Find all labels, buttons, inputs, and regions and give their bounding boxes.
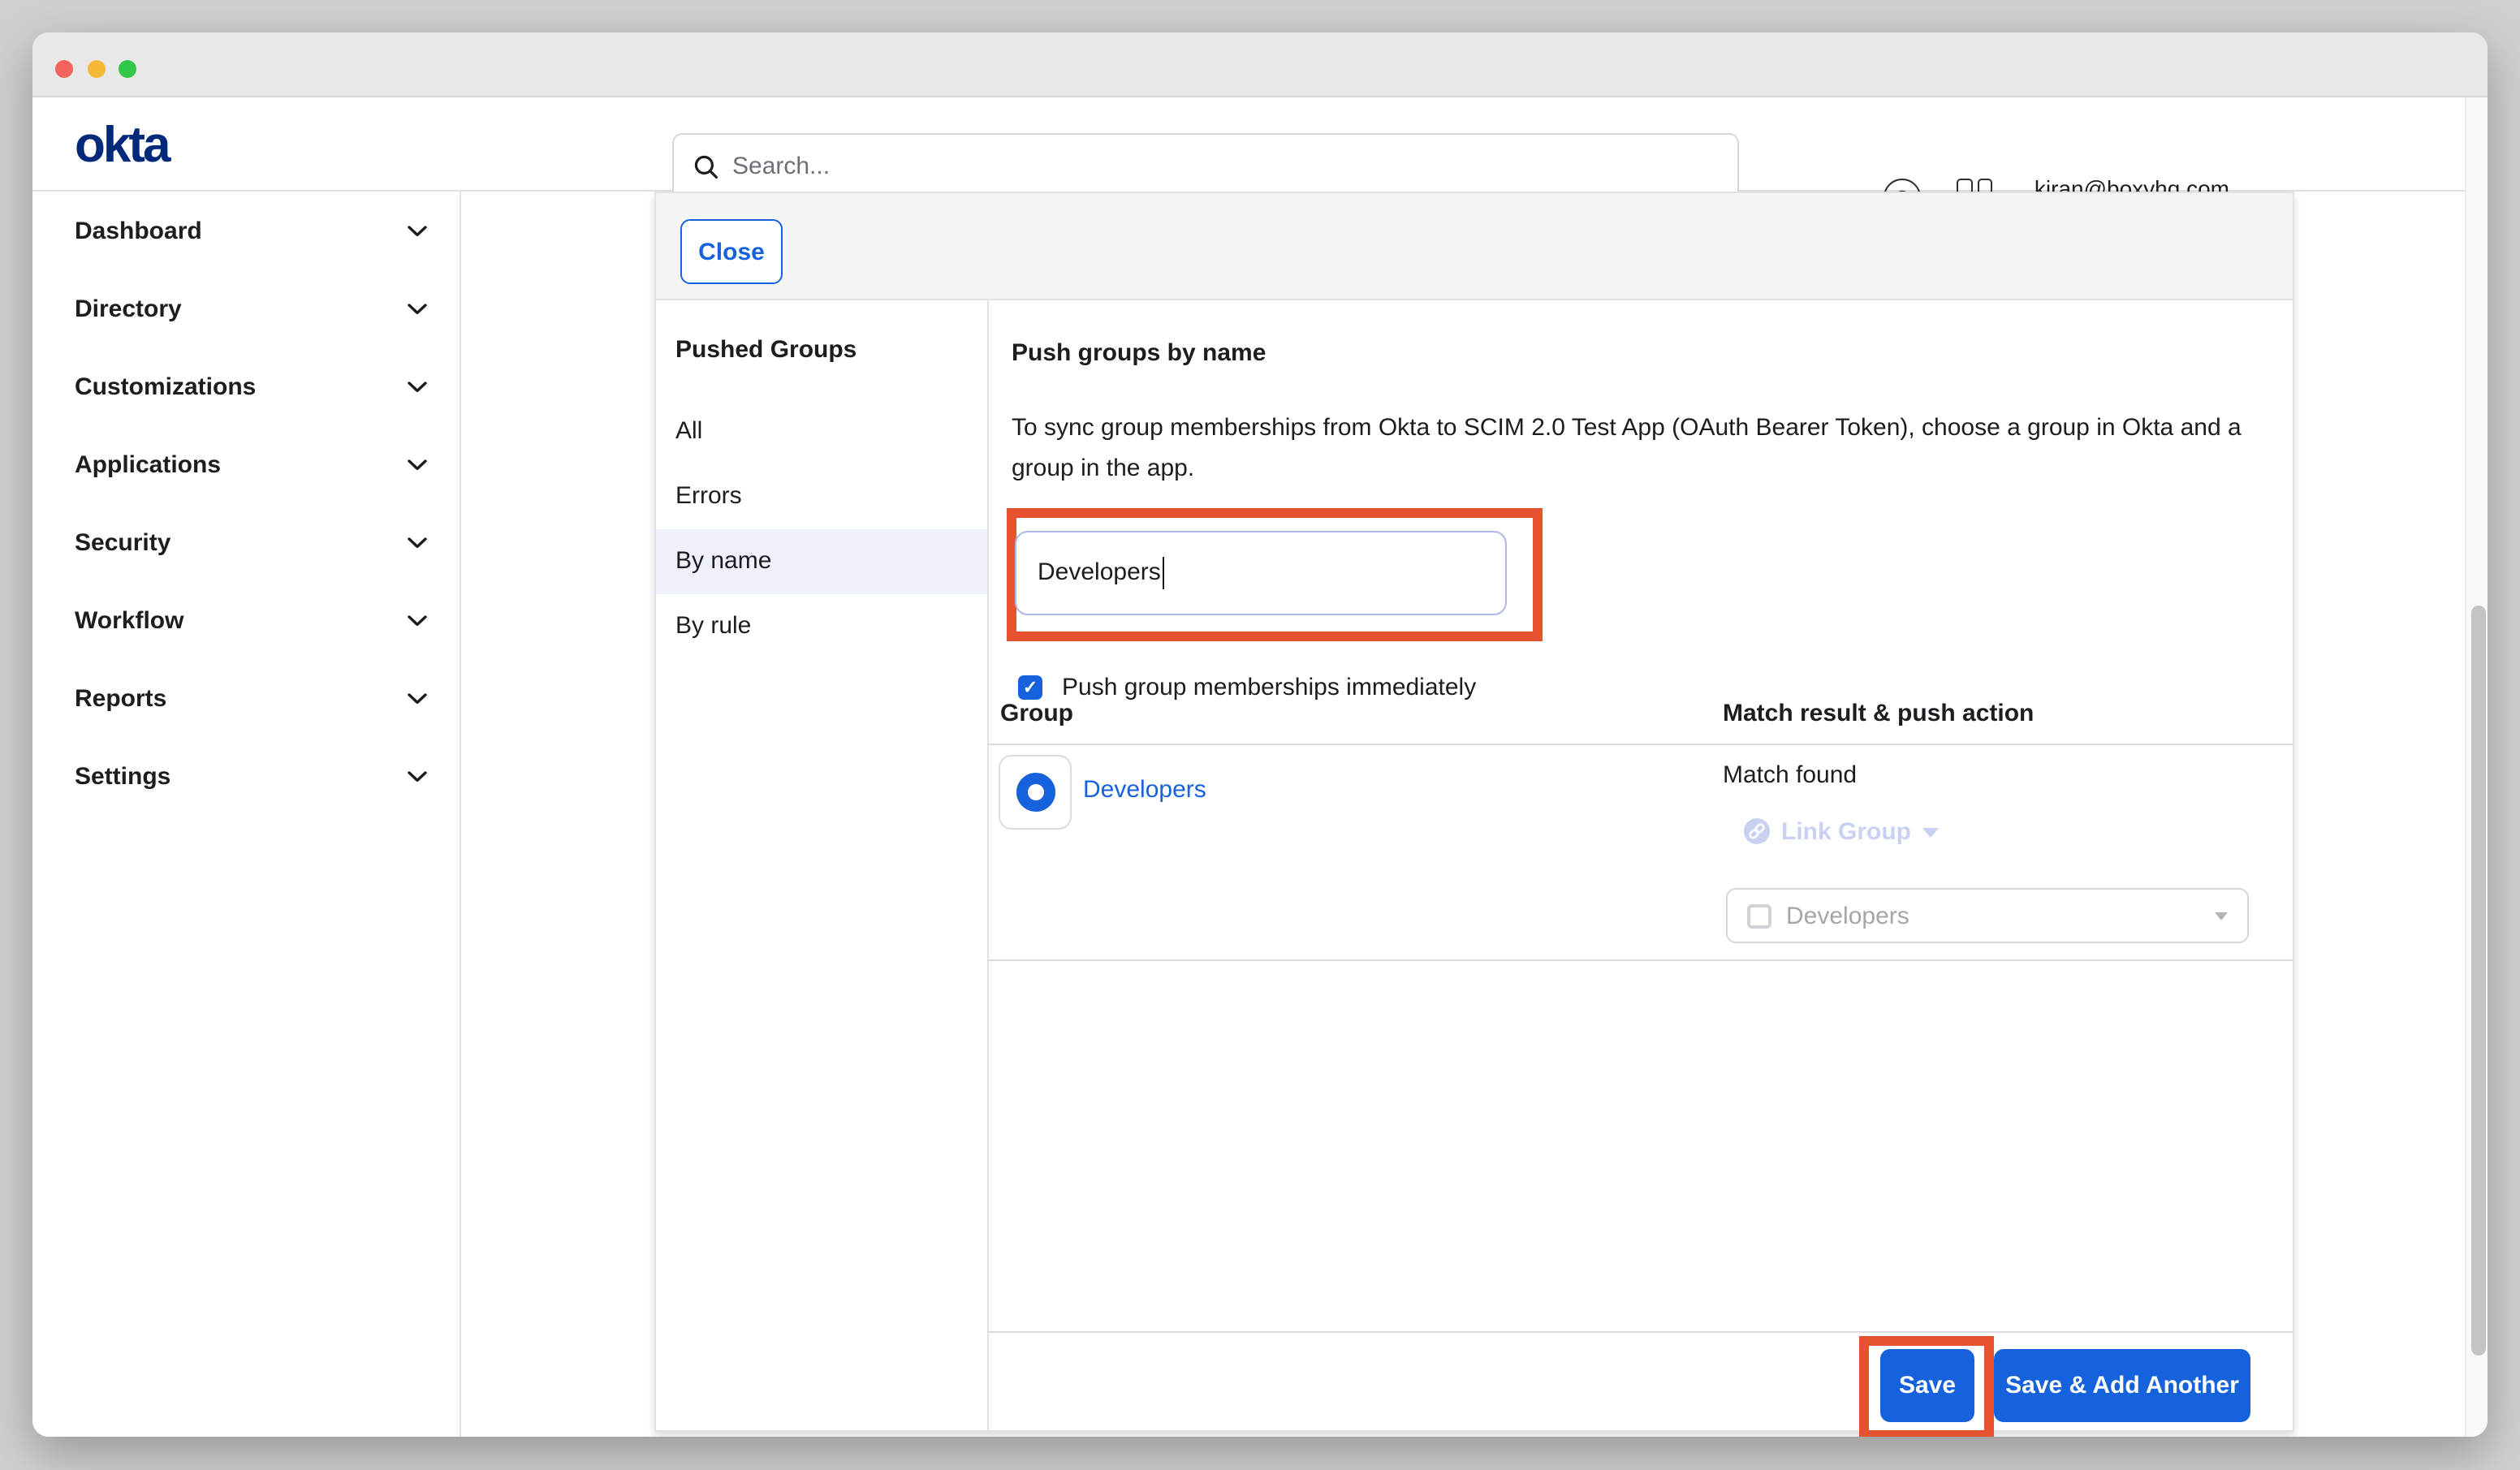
chevron-down-icon (408, 459, 427, 470)
push-immediately-checkbox[interactable]: ✓ (1018, 675, 1042, 699)
search-icon (693, 153, 719, 179)
zoom-window-button[interactable] (119, 60, 136, 78)
link-group-caret-icon (1922, 828, 1939, 838)
chevron-down-icon (408, 770, 427, 782)
group-name-link[interactable]: Developers (1083, 775, 1206, 803)
sidebar-item-customizations[interactable]: Customizations (32, 347, 460, 425)
search-input[interactable] (732, 153, 1718, 180)
subnav-item-errors[interactable]: Errors (656, 463, 987, 528)
group-avatar (999, 755, 1072, 830)
sidebar-item-directory[interactable]: Directory (32, 269, 460, 347)
chevron-down-icon (408, 225, 427, 236)
content-heading: Push groups by name (1012, 338, 1266, 366)
chevron-down-icon (408, 303, 427, 314)
sidebar-divider (460, 191, 461, 1437)
app-group-placeholder-icon (1747, 903, 1771, 928)
column-header-match-result: Match result & push action (1723, 699, 2034, 726)
annotation-save-highlight (1859, 1336, 1994, 1437)
select-caret-icon (2215, 912, 2228, 920)
check-icon: ✓ (1023, 676, 1038, 697)
sidebar-item-applications[interactable]: Applications (32, 425, 460, 503)
panel-header: Close (656, 192, 2293, 300)
sidebar-item-security[interactable]: Security (32, 503, 460, 581)
app-group-select[interactable]: Developers (1726, 888, 2249, 943)
sidebar-item-workflow[interactable]: Workflow (32, 581, 460, 659)
link-group-button[interactable]: Link Group (1744, 817, 1939, 845)
chevron-down-icon (408, 614, 427, 626)
screen: okta ? kiran@boxyhq.com okta-dev-2090126… (0, 0, 2520, 1470)
sidebar-item-dashboard[interactable]: Dashboard (32, 192, 460, 269)
link-group-label: Link Group (1781, 817, 1911, 845)
push-groups-panel: Close Pushed Groups All Errors By name B… (654, 191, 2294, 1432)
browser-window: okta ? kiran@boxyhq.com okta-dev-2090126… (32, 32, 2488, 1437)
sidebar-item-settings[interactable]: Settings (32, 737, 460, 815)
chevron-down-icon (408, 692, 427, 704)
save-add-another-button[interactable]: Save & Add Another (1994, 1349, 2250, 1422)
table-header-divider (987, 743, 2293, 744)
chevron-down-icon (408, 381, 427, 392)
column-header-group: Group (1000, 699, 1073, 726)
text-caret (1163, 556, 1165, 588)
close-button[interactable]: Close (680, 219, 783, 284)
subnav-item-all[interactable]: All (656, 399, 987, 463)
subnav-item-by-name[interactable]: By name (656, 528, 987, 593)
push-immediately-label: Push group memberships immediately (1062, 673, 1476, 701)
group-ring-icon (1016, 773, 1055, 812)
subnav-divider (987, 300, 989, 1430)
close-window-button[interactable] (55, 60, 73, 78)
chevron-down-icon (408, 537, 427, 548)
footer-divider (987, 1331, 2293, 1333)
match-status: Match found (1723, 761, 1857, 788)
link-icon (1744, 818, 1770, 844)
sidebar-nav: Dashboard Directory Customizations Appli… (32, 192, 460, 1437)
global-search[interactable] (672, 133, 1739, 200)
subnav-item-by-rule[interactable]: By rule (656, 593, 987, 658)
subnav-title: Pushed Groups (675, 335, 857, 363)
content-description: To sync group memberships from Okta to S… (1012, 407, 2286, 488)
scrollbar-track[interactable] (2465, 97, 2488, 1437)
okta-logo: okta (75, 119, 169, 169)
group-name-value: Developers (1038, 558, 1161, 586)
minimize-window-button[interactable] (87, 60, 105, 78)
macos-titlebar (32, 32, 2488, 97)
app-header: okta ? kiran@boxyhq.com okta-dev-2090126… (32, 97, 2488, 191)
app-group-selected-value: Developers (1786, 902, 2215, 929)
sidebar-item-reports[interactable]: Reports (32, 659, 460, 737)
group-name-input[interactable]: Developers (1015, 530, 1507, 614)
push-immediately-row: ✓ Push group memberships immediately (1018, 673, 1476, 701)
scrollbar-thumb[interactable] (2470, 606, 2485, 1356)
table-row-divider (987, 959, 2293, 960)
